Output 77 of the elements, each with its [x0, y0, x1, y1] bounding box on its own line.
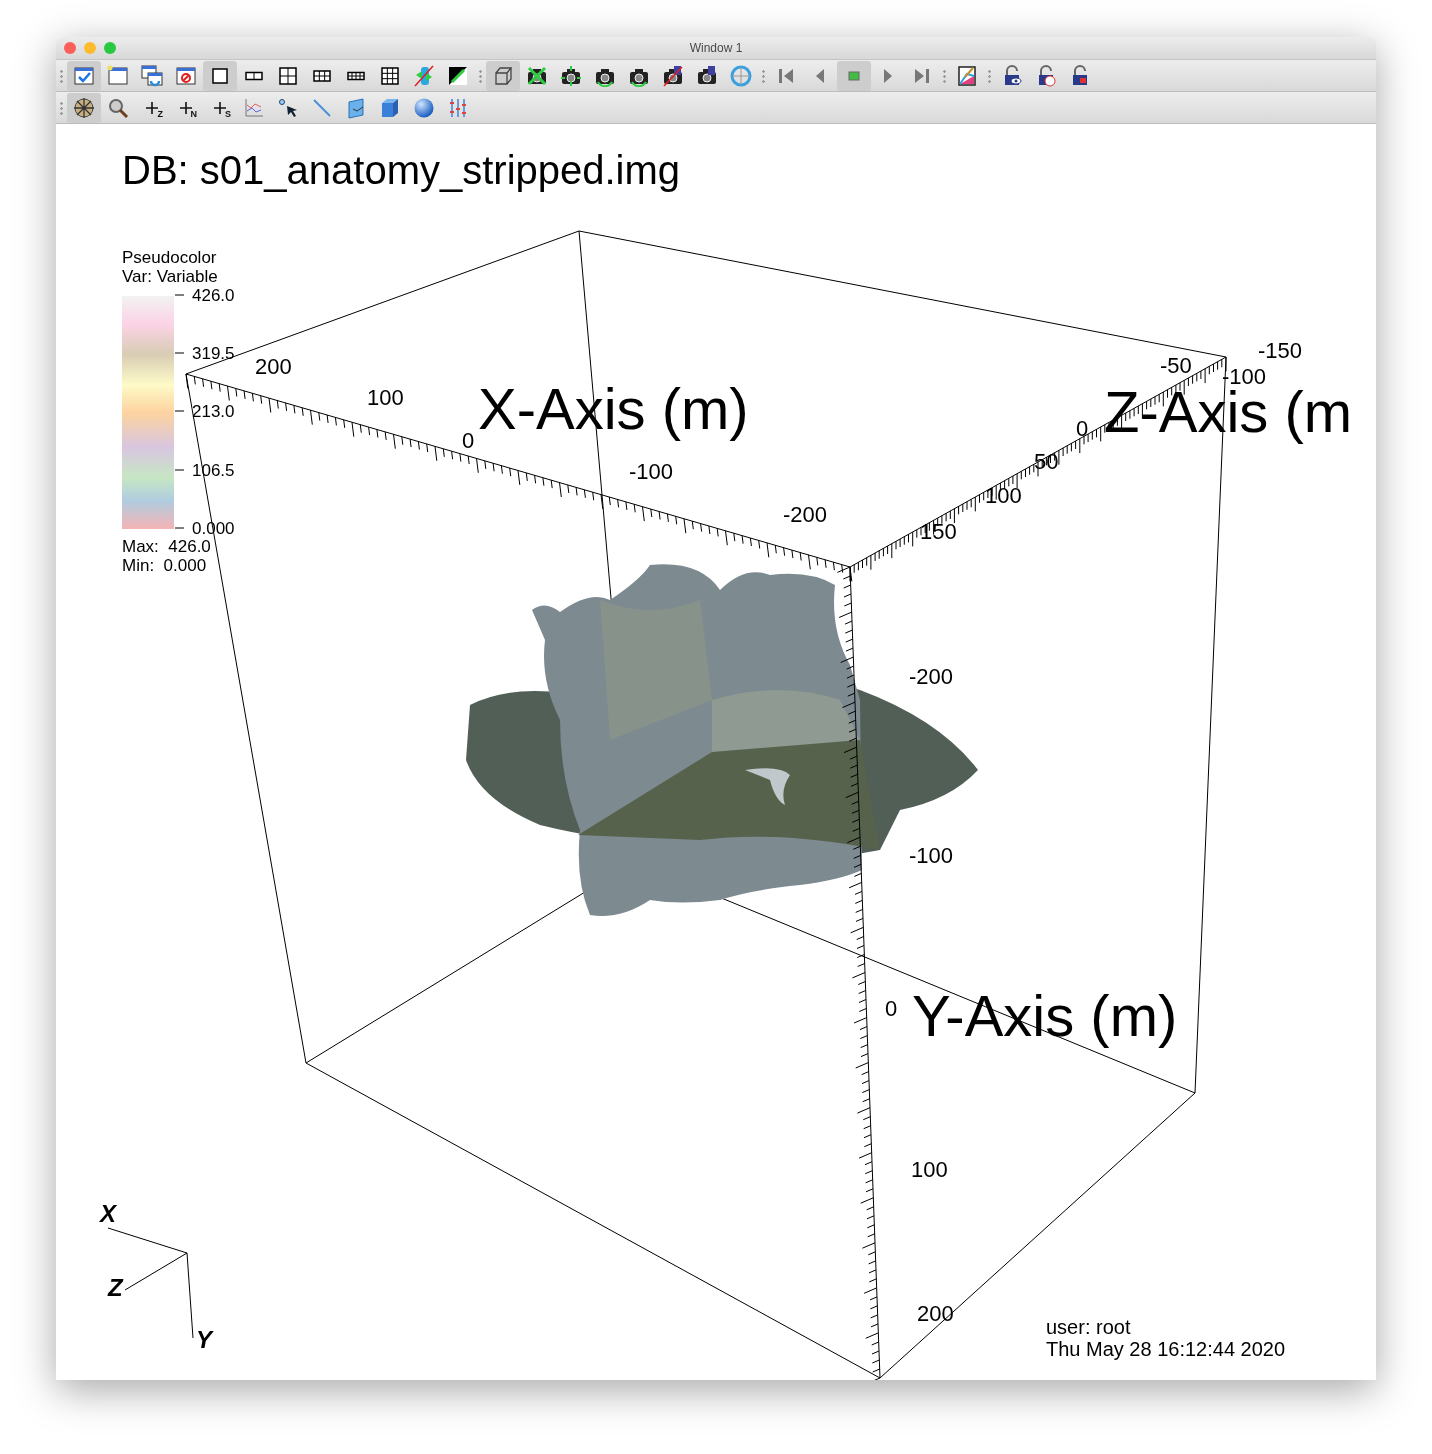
timestamp: Thu May 28 16:12:44 2020 [1046, 1338, 1286, 1360]
legend-tick-mark [174, 352, 185, 354]
single-layout-button[interactable] [203, 60, 237, 91]
y-tick-label: -200 [909, 664, 954, 689]
legend-variable: Var: Variable [122, 267, 218, 286]
legend-min: Min: 0.000 [122, 556, 207, 575]
triad-z-label: Z [108, 1274, 123, 1301]
delete-window-icon [175, 64, 197, 87]
pick-pointer-icon [277, 96, 299, 119]
y-tick-label: 0 [885, 996, 898, 1021]
z-tick-label: 0 [1076, 416, 1089, 441]
z-tick-label: 150 [920, 519, 957, 544]
y-tick-label: 100 [911, 1157, 948, 1182]
legend-title: Pseudocolor [122, 248, 217, 267]
legend-tick-label: 319.5 [192, 344, 235, 363]
x-tick-label: 200 [255, 354, 292, 379]
grip-handle[interactable] [943, 68, 946, 83]
grip-handle[interactable] [60, 68, 63, 83]
paint-palette-icon [956, 64, 978, 87]
camera-cross-icon [526, 64, 548, 87]
plane-icon [345, 96, 367, 119]
grip-handle[interactable] [60, 100, 63, 115]
crossed-tool-icon [413, 64, 435, 87]
invert-icon [447, 64, 469, 87]
camera-disk-icon [696, 64, 718, 87]
camera-crossed-icon [662, 64, 684, 87]
four-panel-layout-icon [277, 64, 299, 87]
compass-button[interactable] [67, 92, 101, 123]
database-title: DB: s01_anatomy_stripped.img [122, 148, 681, 192]
sphere-icon [413, 96, 435, 119]
legend-tick-label: 106.5 [192, 461, 235, 480]
legend-tick-mark [174, 410, 185, 412]
window-title: Window 1 [689, 41, 743, 55]
grip-handle[interactable] [988, 68, 991, 83]
window-check-icon [73, 64, 95, 87]
user-label: user: root [1046, 1316, 1131, 1338]
x-tick-label: 100 [367, 385, 404, 410]
cube-icon [379, 96, 401, 119]
legend-tick-mark [174, 294, 185, 296]
z-tick-label: -50 [1160, 353, 1192, 378]
legend-tick-label: 213.0 [192, 402, 235, 421]
x-tick-label: 0 [462, 428, 475, 453]
close-button[interactable] [64, 42, 76, 54]
grip-handle[interactable] [762, 68, 765, 83]
x-tick-label: -200 [783, 502, 828, 527]
z-tick-label: 100 [985, 483, 1022, 508]
line-chart-icon [243, 96, 265, 119]
sliders-icon [447, 96, 469, 119]
y-tick-label: 200 [917, 1301, 954, 1326]
cube-outline-button[interactable] [486, 60, 520, 91]
x-tick-label: -100 [629, 459, 674, 484]
legend-tick-label: 426.0 [192, 286, 235, 305]
camera-move-icon [560, 64, 582, 87]
plus-button[interactable]: S [203, 92, 237, 123]
cube-outline-icon [492, 64, 514, 87]
legend-tick-mark [174, 527, 185, 529]
plus-icon [145, 100, 159, 115]
clone-window-icon [141, 64, 163, 87]
plus-button[interactable]: Z [135, 92, 169, 123]
new-window-icon [107, 64, 129, 87]
triad-x-label: X [100, 1200, 116, 1227]
plus-icon [213, 100, 227, 115]
stop-button[interactable] [837, 60, 871, 91]
y-tick-label: -100 [909, 843, 954, 868]
nine-panel-layout-icon [379, 64, 401, 87]
plus-icon [179, 100, 193, 115]
triad-y-label: Y [196, 1326, 212, 1353]
plus-button[interactable]: N [169, 92, 203, 123]
legend-max: Max: 426.0 [122, 537, 211, 556]
legend-tick-mark [174, 469, 185, 471]
magnifier-icon [107, 96, 129, 119]
line-icon [311, 96, 333, 119]
window-check-button[interactable] [67, 60, 101, 91]
globe-icon [730, 64, 752, 87]
compass-icon [73, 96, 95, 119]
z-tick-label: -150 [1258, 338, 1303, 363]
grip-handle[interactable] [479, 68, 482, 83]
